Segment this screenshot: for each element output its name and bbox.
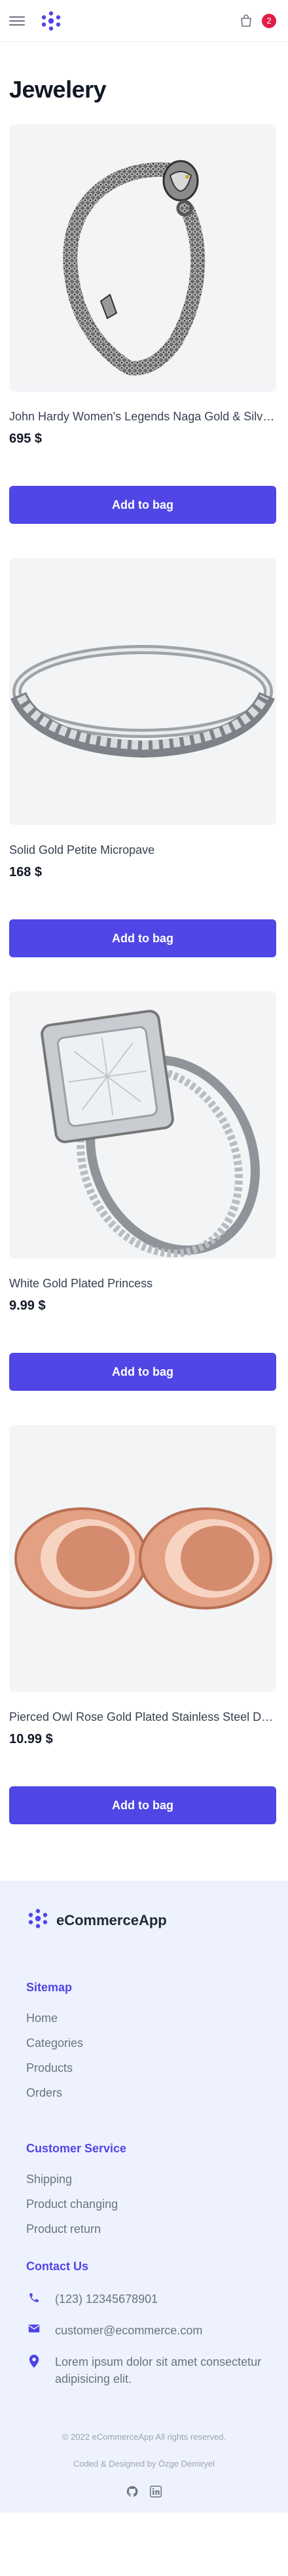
footer: eCommerceApp Sitemap Home Categories Pro… — [0, 1881, 288, 2513]
footer-link-product-return[interactable]: Product return — [26, 2222, 262, 2236]
footer-bottom: © 2022 eCommerceApp All rights reserved.… — [26, 2432, 262, 2499]
product-name[interactable]: John Hardy Women's Legends Naga Gold & S… — [9, 410, 279, 424]
product-image[interactable] — [9, 991, 276, 1259]
top-navbar: 2 — [0, 0, 288, 42]
customer-service-title: Customer Service — [26, 2142, 127, 2155]
contact-title: Contact Us — [26, 2260, 89, 2273]
product-image[interactable] — [9, 124, 276, 392]
credit-text: Coded & Designed by Özge Demiryel — [73, 2459, 215, 2469]
customer-service-links: Shipping Product changing Product return — [26, 2173, 262, 2236]
footer-link-home[interactable]: Home — [26, 2012, 262, 2025]
contact-email[interactable]: customer@ecommerce.com — [26, 2322, 262, 2339]
navbar-right: 2 — [234, 9, 279, 33]
product-name[interactable]: Pierced Owl Rose Gold Plated Stainless S… — [9, 1710, 279, 1724]
footer-link-categories[interactable]: Categories — [26, 2036, 262, 2050]
product-name[interactable]: White Gold Plated Princess — [9, 1277, 279, 1291]
product-image[interactable] — [9, 1425, 276, 1692]
flower-logo-icon — [26, 1907, 50, 1934]
hamburger-icon[interactable] — [9, 13, 25, 29]
add-to-bag-button[interactable]: Add to bag — [9, 1786, 276, 1824]
linkedin-icon[interactable] — [150, 2486, 162, 2499]
copyright-text: © 2022 eCommerceApp All rights reserved. — [62, 2432, 226, 2442]
sitemap-links: Home Categories Products Orders — [26, 2012, 262, 2100]
product-price: 695 $ — [9, 432, 43, 446]
cart-count-badge: 2 — [262, 13, 276, 28]
sitemap-title: Sitemap — [26, 1981, 73, 1994]
email-address: customer@ecommerce.com — [55, 2324, 203, 2338]
product-card: Pierced Owl Rose Gold Plated Stainless S… — [9, 1425, 279, 1824]
add-to-bag-button[interactable]: Add to bag — [9, 919, 276, 957]
envelope-icon — [26, 2322, 42, 2334]
footer-link-products[interactable]: Products — [26, 2061, 262, 2075]
shopping-bag-icon[interactable] — [234, 9, 258, 33]
product-price: 9.99 $ — [9, 1298, 46, 1313]
product-card: Solid Gold Petite Micropave 168 $ Add to… — [9, 558, 279, 957]
navbar-left — [9, 8, 64, 34]
product-name[interactable]: Solid Gold Petite Micropave — [9, 843, 279, 857]
phone-icon — [26, 2291, 42, 2304]
social-links — [26, 2486, 262, 2499]
map-pin-icon — [26, 2353, 42, 2368]
contact-address: Lorem ipsum dolor sit amet consectetur a… — [26, 2353, 262, 2387]
product-price: 10.99 $ — [9, 1732, 53, 1746]
add-to-bag-button[interactable]: Add to bag — [9, 1353, 276, 1391]
product-image[interactable] — [9, 558, 276, 825]
github-icon[interactable] — [126, 2486, 138, 2499]
footer-link-shipping[interactable]: Shipping — [26, 2173, 262, 2186]
footer-link-product-changing[interactable]: Product changing — [26, 2198, 262, 2211]
footer-brand[interactable]: eCommerceApp — [26, 1907, 262, 1934]
add-to-bag-button[interactable]: Add to bag — [9, 486, 276, 524]
address-text: Lorem ipsum dolor sit amet consectetur a… — [55, 2355, 262, 2386]
page-title: Jewelery — [9, 76, 107, 103]
phone-number: (123) 12345678901 — [55, 2292, 158, 2306]
flower-logo-icon[interactable] — [38, 8, 64, 34]
product-price: 168 $ — [9, 865, 43, 879]
product-card: White Gold Plated Princess 9.99 $ Add to… — [9, 991, 279, 1391]
footer-link-orders[interactable]: Orders — [26, 2086, 262, 2100]
footer-brand-name: eCommerceApp — [56, 1911, 167, 1928]
contact-phone[interactable]: (123) 12345678901 — [26, 2291, 262, 2308]
product-listing: Jewelery John Hardy Women's Legends Naga… — [0, 42, 288, 1881]
product-card: John Hardy Women's Legends Naga Gold & S… — [9, 124, 279, 524]
